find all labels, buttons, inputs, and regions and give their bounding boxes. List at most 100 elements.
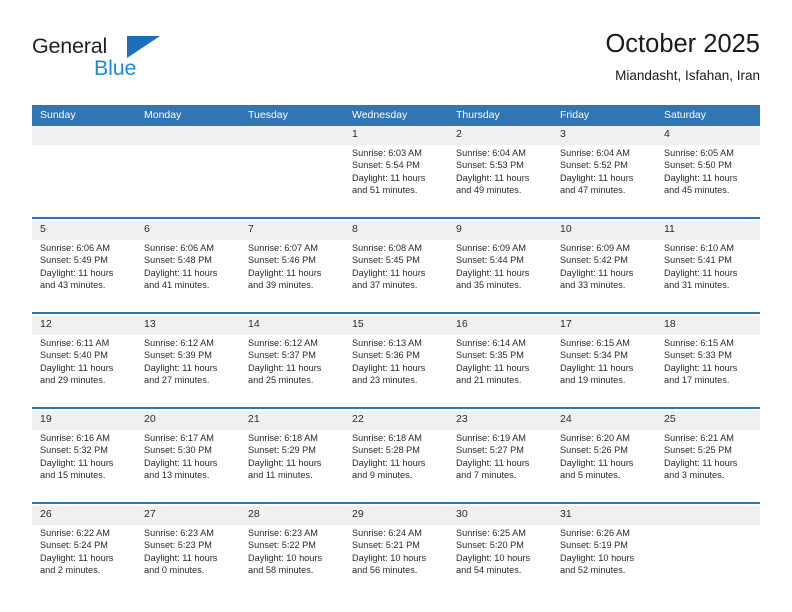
day-cell: Sunrise: 6:23 AM Sunset: 5:22 PM Dayligh… [240,525,344,597]
sunrise-text: Sunrise: 6:17 AM [144,433,214,443]
day-cell: Sunrise: 6:12 AM Sunset: 5:39 PM Dayligh… [136,335,240,407]
sunrise-text: Sunrise: 6:04 AM [560,148,630,158]
day-number: 30 [448,506,552,525]
day-number: 31 [552,506,656,525]
page-header: General Blue October 2025 Miandasht, Isf… [32,28,760,98]
sunset-text: Sunset: 5:52 PM [560,160,628,171]
sunset-text: Sunset: 5:46 PM [248,255,316,266]
calendar-body: 1 2 3 4 Sunrise: 6:03 AM Sunset: 5:54 PM… [32,126,760,597]
sunset-text: Sunset: 5:49 PM [40,255,108,266]
day-cell: Sunrise: 6:09 AM Sunset: 5:44 PM Dayligh… [448,240,552,312]
sunrise-text: Sunrise: 6:06 AM [40,243,110,253]
day-cell: Sunrise: 6:05 AM Sunset: 5:50 PM Dayligh… [656,145,760,217]
daylight-text-line2: and 27 minutes. [144,375,210,386]
day-number [240,126,344,145]
sunset-text: Sunset: 5:32 PM [40,445,108,456]
calendar-header-row: Sunday Monday Tuesday Wednesday Thursday… [32,105,760,126]
daylight-text-line2: and 49 minutes. [456,185,522,196]
daylight-text-line2: and 41 minutes. [144,280,210,291]
day-number: 25 [656,411,760,430]
sunrise-text: Sunrise: 6:15 AM [560,338,630,348]
day-number: 21 [240,411,344,430]
week-row-daynumbers: 26 27 28 29 30 31 [32,506,760,525]
week-row-details: Sunrise: 6:11 AM Sunset: 5:40 PM Dayligh… [32,335,760,407]
logo-triangle-icon [127,36,160,58]
daylight-text-line2: and 39 minutes. [248,280,314,291]
daylight-text-line1: Daylight: 11 hours [456,172,530,183]
sunset-text: Sunset: 5:39 PM [144,350,212,361]
day-number: 16 [448,316,552,335]
daylight-text-line1: Daylight: 11 hours [352,457,426,468]
day-number: 4 [656,126,760,145]
sunrise-text: Sunrise: 6:06 AM [144,243,214,253]
daylight-text-line1: Daylight: 11 hours [664,172,738,183]
daylight-text-line1: Daylight: 11 hours [560,362,634,373]
day-cell [656,525,760,597]
calendar-page: General Blue October 2025 Miandasht, Isf… [0,0,792,612]
daylight-text-line2: and 47 minutes. [560,185,626,196]
day-number: 9 [448,221,552,240]
sunset-text: Sunset: 5:20 PM [456,540,524,551]
sunrise-text: Sunrise: 6:12 AM [144,338,214,348]
sunrise-text: Sunrise: 6:20 AM [560,433,630,443]
sunrise-text: Sunrise: 6:09 AM [456,243,526,253]
day-cell: Sunrise: 6:06 AM Sunset: 5:49 PM Dayligh… [32,240,136,312]
day-number: 3 [552,126,656,145]
day-cell: Sunrise: 6:09 AM Sunset: 5:42 PM Dayligh… [552,240,656,312]
sunset-text: Sunset: 5:34 PM [560,350,628,361]
day-cell: Sunrise: 6:12 AM Sunset: 5:37 PM Dayligh… [240,335,344,407]
sunrise-text: Sunrise: 6:14 AM [456,338,526,348]
sunset-text: Sunset: 5:53 PM [456,160,524,171]
daylight-text-line1: Daylight: 11 hours [352,362,426,373]
daylight-text-line2: and 15 minutes. [40,470,106,481]
weekday-header-friday: Friday [552,105,656,126]
sunset-text: Sunset: 5:25 PM [664,445,732,456]
day-cell [240,145,344,217]
daylight-text-line2: and 31 minutes. [664,280,730,291]
day-number [656,506,760,525]
day-number: 6 [136,221,240,240]
sunset-text: Sunset: 5:45 PM [352,255,420,266]
day-cell: Sunrise: 6:20 AM Sunset: 5:26 PM Dayligh… [552,430,656,502]
sunrise-text: Sunrise: 6:03 AM [352,148,422,158]
day-cell: Sunrise: 6:19 AM Sunset: 5:27 PM Dayligh… [448,430,552,502]
daylight-text-line1: Daylight: 11 hours [144,552,218,563]
page-subtitle-location: Miandasht, Isfahan, Iran [615,68,760,83]
daylight-text-line2: and 13 minutes. [144,470,210,481]
sunset-text: Sunset: 5:23 PM [144,540,212,551]
sunrise-text: Sunrise: 6:12 AM [248,338,318,348]
day-number: 19 [32,411,136,430]
daylight-text-line1: Daylight: 11 hours [352,267,426,278]
daylight-text-line1: Daylight: 11 hours [456,267,530,278]
daylight-text-line1: Daylight: 11 hours [144,267,218,278]
sunrise-text: Sunrise: 6:23 AM [144,528,214,538]
weekday-header-sunday: Sunday [32,105,136,126]
day-cell: Sunrise: 6:22 AM Sunset: 5:24 PM Dayligh… [32,525,136,597]
daylight-text-line2: and 58 minutes. [248,565,314,576]
day-number: 2 [448,126,552,145]
daylight-text-line1: Daylight: 11 hours [560,457,634,468]
sunset-text: Sunset: 5:33 PM [664,350,732,361]
day-number [32,126,136,145]
weekday-header-thursday: Thursday [448,105,552,126]
day-cell: Sunrise: 6:11 AM Sunset: 5:40 PM Dayligh… [32,335,136,407]
week-row-daynumbers: 5 6 7 8 9 10 11 [32,221,760,240]
day-number: 22 [344,411,448,430]
daylight-text-line2: and 56 minutes. [352,565,418,576]
sunrise-text: Sunrise: 6:05 AM [664,148,734,158]
daylight-text-line1: Daylight: 11 hours [456,457,530,468]
sunset-text: Sunset: 5:54 PM [352,160,420,171]
logo-text-blue: Blue [94,56,137,80]
day-cell: Sunrise: 6:15 AM Sunset: 5:33 PM Dayligh… [656,335,760,407]
daylight-text-line2: and 17 minutes. [664,375,730,386]
day-number: 24 [552,411,656,430]
sunrise-text: Sunrise: 6:07 AM [248,243,318,253]
weekday-header-wednesday: Wednesday [344,105,448,126]
day-number: 5 [32,221,136,240]
day-number: 12 [32,316,136,335]
daylight-text-line1: Daylight: 11 hours [352,172,426,183]
daylight-text-line2: and 9 minutes. [352,470,413,481]
day-cell: Sunrise: 6:18 AM Sunset: 5:29 PM Dayligh… [240,430,344,502]
sunrise-text: Sunrise: 6:26 AM [560,528,630,538]
sunset-text: Sunset: 5:28 PM [352,445,420,456]
